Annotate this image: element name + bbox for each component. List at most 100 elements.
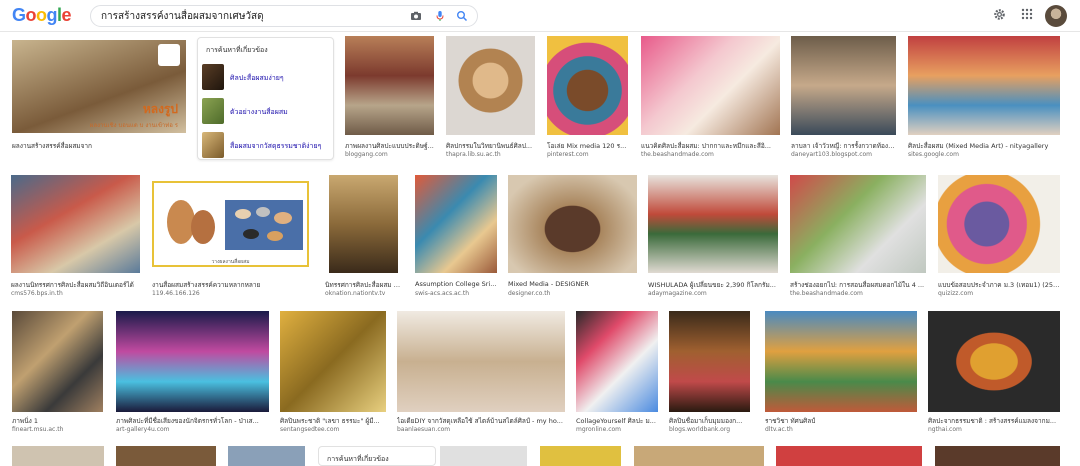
- result-caption[interactable]: CollageYourself ศิลปะ ม...: [576, 416, 658, 426]
- result-image[interactable]: [790, 175, 926, 273]
- related-searches-panel-bottom: การค้นหาที่เกี่ยวข้อง: [318, 446, 436, 466]
- search-box[interactable]: [90, 5, 478, 27]
- related-search-item[interactable]: ศิลปะสื่อผสมง่ายๆ: [202, 64, 331, 90]
- result-caption[interactable]: ภาพศิลปะที่มีชื่อเสียงของนักจิตรกรทั่วโล…: [116, 416, 269, 426]
- result-caption[interactable]: โอเล่ย Mix media 120 ร...: [547, 141, 633, 151]
- result-source[interactable]: dltv.ac.th: [765, 426, 917, 433]
- result-image[interactable]: [641, 36, 780, 135]
- result-caption[interactable]: ไอเดียDIY จากวัสดุเหลือใช้ สไตล์บ้านสไตล…: [397, 416, 565, 426]
- result-image[interactable]: [508, 175, 637, 273]
- google-logo[interactable]: Google: [12, 5, 72, 26]
- result-image[interactable]: [791, 36, 896, 135]
- apps-icon[interactable]: [1019, 8, 1035, 24]
- result-source[interactable]: thapra.lib.su.ac.th: [446, 151, 540, 158]
- result-caption[interactable]: ผลงานนิทรรศการศิลปะสื่อผสมวิถีอินเตอร์ได…: [11, 280, 140, 290]
- site-logo: [158, 44, 180, 66]
- result-image[interactable]: [329, 175, 398, 273]
- thumbnail-label: วางผลงานสื่อผสม: [211, 259, 250, 265]
- result-caption[interactable]: ศิลปินพระชาติ "เลขา ธรรมะ" ผู้มี...: [280, 416, 386, 426]
- result-caption[interactable]: นิทรรศการศิลปะสื่อผสม วิ...: [325, 280, 403, 290]
- result-caption[interactable]: ศิลปินชื่อมาเก็บมุมมองก...: [669, 416, 750, 426]
- result-caption[interactable]: แนวคิดศิลปะสื่อผสม: ปากกาและหมึกและสีอิ.…: [641, 141, 780, 151]
- logo-letter: G: [12, 5, 26, 25]
- result-source[interactable]: pinterest.com: [547, 151, 633, 158]
- result-source[interactable]: sentangsedtee.com: [280, 426, 386, 433]
- result-caption[interactable]: สร้างช่องอยกไป: การสอนสื่อผสมดอกไม้ใน 4 …: [790, 280, 926, 290]
- result-source[interactable]: oknation.nationtv.tv: [325, 290, 403, 297]
- logo-letter: o: [36, 5, 47, 25]
- result-source[interactable]: swis-acs.acs.ac.th: [415, 290, 499, 297]
- result-caption[interactable]: ศิลปะจากธรรมชาติ : สร้างสรรค์แมลงจากม...: [928, 416, 1060, 426]
- result-caption[interactable]: งานสื่อผสมสร้างสรรค์ความหลากหลาย: [152, 280, 309, 290]
- result-source[interactable]: ngthai.com: [928, 426, 1060, 433]
- result-caption[interactable]: ศิลปะสื่อผสม (Mixed Media Art) - nityaga…: [908, 141, 1060, 151]
- result-caption[interactable]: ลาบลา เจ้าวัวหญี: การรั้งกวาดท้องรั้ว...: [791, 141, 896, 151]
- result-image[interactable]: [576, 311, 658, 412]
- related-search-item[interactable]: สื่อผสมจากวัสดุธรรมชาติง่ายๆ: [202, 132, 331, 158]
- related-thumb: [202, 98, 224, 124]
- result-caption[interactable]: Mixed Media - DESIGNER: [508, 280, 637, 288]
- settings-icon[interactable]: [991, 8, 1007, 24]
- result-source[interactable]: the.beashandmade.com: [790, 290, 926, 297]
- result-source[interactable]: quizizz.com: [938, 290, 1060, 297]
- related-search-label: สื่อผสมจากวัสดุธรรมชาติง่ายๆ: [230, 142, 322, 150]
- result-image[interactable]: [928, 311, 1060, 412]
- result-source[interactable]: sites.google.com: [908, 151, 1060, 158]
- result-source[interactable]: blogs.worldbank.org: [669, 426, 750, 433]
- result-image[interactable]: [547, 36, 628, 135]
- microphone-icon[interactable]: [433, 10, 447, 24]
- result-image[interactable]: [228, 446, 305, 466]
- image-subtitle: ผลงานเชิง บอนแด บ งานเข้าท่อ ร: [89, 122, 178, 129]
- result-source[interactable]: the.beashandmade.com: [641, 151, 780, 158]
- related-searches-panel: การค้นหาที่เกี่ยวข้อง ศิลปะสื่อผสมง่ายๆ …: [197, 37, 334, 160]
- result-image[interactable]: [446, 36, 535, 135]
- result-caption[interactable]: ภาพผลงานศิลปะแบบประดิษฐ์...: [345, 141, 439, 151]
- result-image[interactable]: [116, 311, 269, 412]
- result-image[interactable]: [648, 175, 778, 273]
- image-badge: หลงรูป: [142, 102, 178, 116]
- result-source[interactable]: bloggang.com: [345, 151, 439, 158]
- result-image[interactable]: [345, 36, 434, 135]
- result-source[interactable]: baanlaesuan.com: [397, 426, 565, 433]
- result-image[interactable]: [938, 175, 1060, 273]
- result-image[interactable]: วางผลงานสื่อผสม: [152, 181, 309, 267]
- result-source[interactable]: 119.46.166.126: [152, 290, 309, 297]
- result-caption[interactable]: ภาพนิ่ง 1: [12, 416, 103, 426]
- result-image[interactable]: [440, 446, 527, 466]
- result-source[interactable]: fineart.msu.ac.th: [12, 426, 103, 433]
- result-image[interactable]: [12, 311, 103, 412]
- result-source[interactable]: daneyart103.blogspot.com: [791, 151, 896, 158]
- result-image[interactable]: [397, 311, 565, 412]
- result-caption[interactable]: แบบข้อสอบประจำภาค ม.3 (เทอม1) (2563...: [938, 280, 1060, 290]
- logo-letter: g: [46, 5, 58, 25]
- result-image[interactable]: [11, 175, 140, 273]
- result-source[interactable]: adaymagazine.com: [648, 290, 778, 297]
- search-input[interactable]: [101, 9, 401, 23]
- search-icon[interactable]: [455, 10, 469, 24]
- result-caption[interactable]: Assumption College Sri...: [415, 280, 499, 288]
- result-source[interactable]: cms576.bps.in.th: [11, 290, 140, 297]
- result-image[interactable]: หลงรูปผลงานเชิง บอนแด บ งานเข้าท่อ ร: [12, 40, 186, 133]
- result-image[interactable]: [280, 311, 386, 412]
- result-caption[interactable]: ราชวิชา ทัศนศิลป์: [765, 416, 917, 426]
- result-image[interactable]: [908, 36, 1060, 135]
- result-source[interactable]: designer.co.th: [508, 290, 637, 297]
- result-image[interactable]: [634, 446, 764, 466]
- result-source[interactable]: art-gallery4u.com: [116, 426, 269, 433]
- result-image[interactable]: [540, 446, 621, 466]
- result-image[interactable]: [765, 311, 917, 412]
- result-caption[interactable]: WISHULADA ผู้เปลี่ยนขยะ 2,390 กิโลกรัม..…: [648, 280, 778, 290]
- result-image[interactable]: [12, 446, 104, 466]
- result-image[interactable]: [776, 446, 922, 466]
- avatar[interactable]: [1045, 5, 1067, 27]
- result-caption[interactable]: ศิลปกรรมในวิทยานิพนธ์ศิลป...: [446, 141, 540, 151]
- camera-icon[interactable]: [409, 10, 423, 24]
- result-caption[interactable]: ผลงานสร้างสรรค์สื่อผสมจาก: [12, 141, 192, 151]
- result-source[interactable]: mgronline.com: [576, 426, 658, 433]
- related-search-item[interactable]: ตัวอย่างงานสื่อผสม: [202, 98, 331, 124]
- logo-letter: o: [25, 5, 37, 25]
- result-image[interactable]: [116, 446, 216, 466]
- result-image[interactable]: [935, 446, 1060, 466]
- result-image[interactable]: [669, 311, 750, 412]
- result-image[interactable]: [415, 175, 497, 273]
